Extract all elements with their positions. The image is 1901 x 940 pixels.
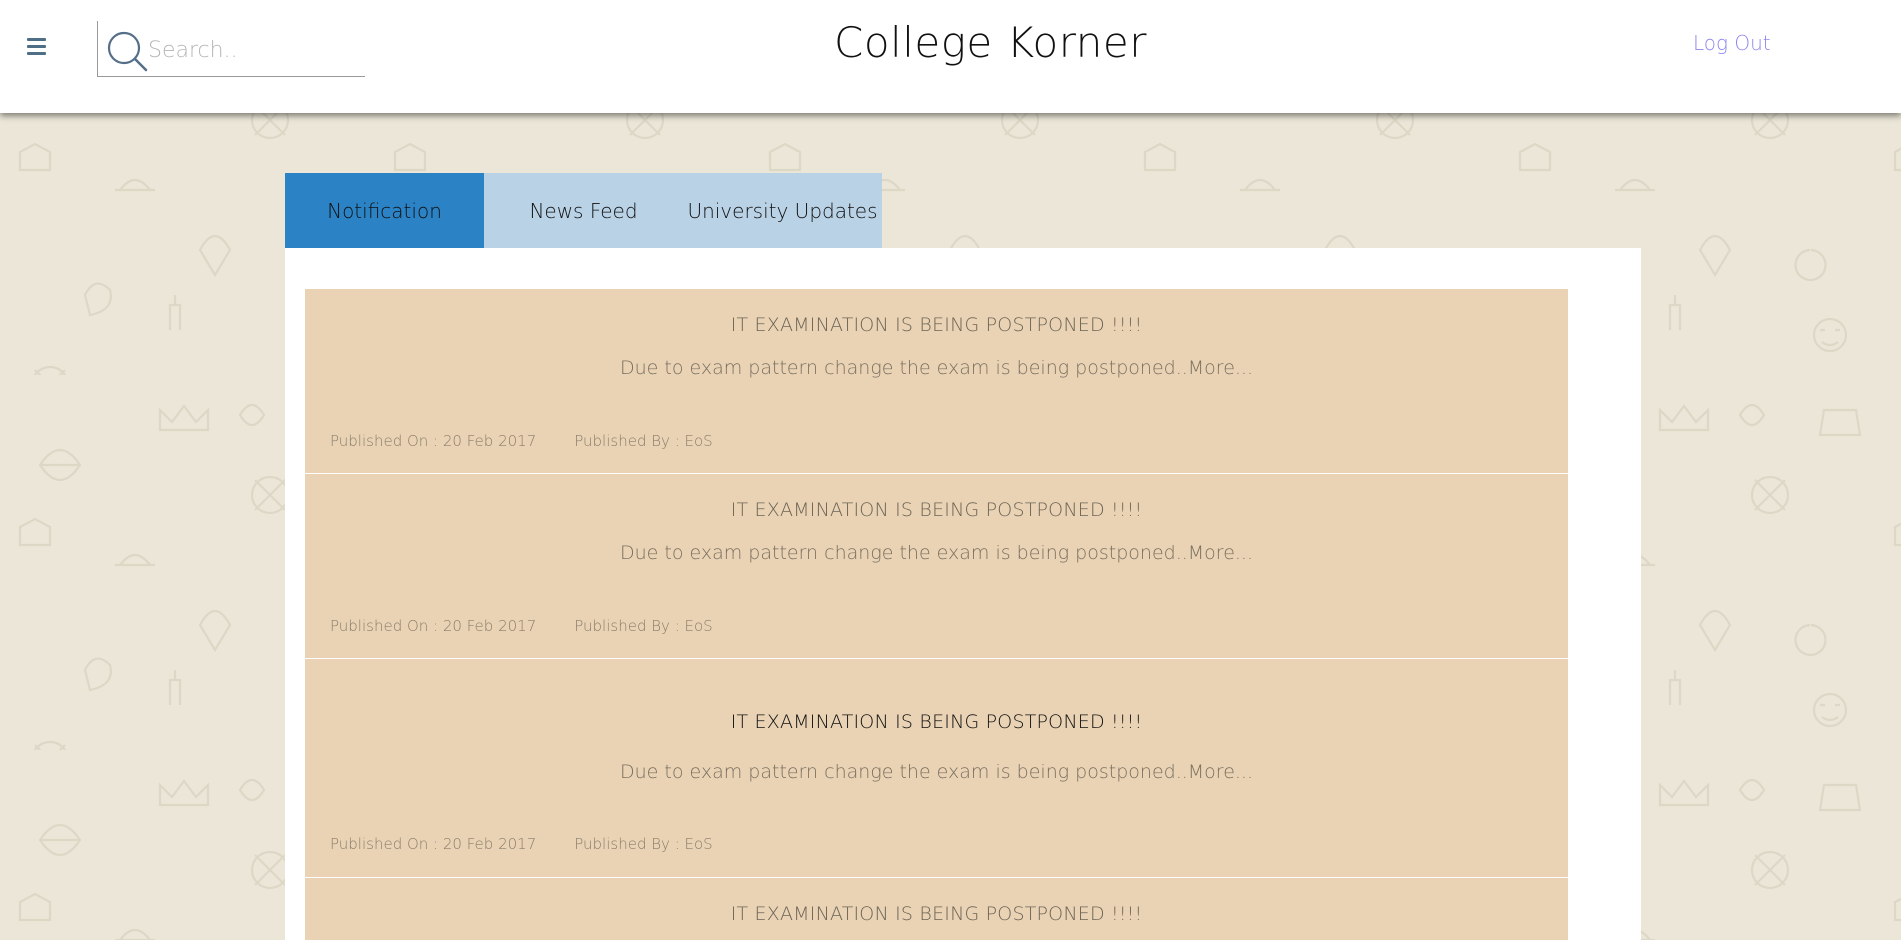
description-text: Due to exam pattern change the exam is b… <box>619 761 1188 783</box>
tab-bar: Notification News Feed University Update… <box>285 173 882 248</box>
published-by: Published By : EoS <box>574 835 713 853</box>
notification-meta: Published On : 20 Feb 2017 Published By … <box>330 835 713 853</box>
tab-notification[interactable]: Notification <box>285 173 484 248</box>
published-by: Published By : EoS <box>574 432 713 450</box>
notification-description: Due to exam pattern change the exam is b… <box>305 357 1568 379</box>
notification-description: Due to exam pattern change the exam is b… <box>305 542 1568 564</box>
description-text: Due to exam pattern change the exam is b… <box>619 357 1188 379</box>
notification-title: IT EXAMINATION IS BEING POSTPONED !!!! <box>730 903 1143 925</box>
notification-card[interactable]: IT EXAMINATION IS BEING POSTPONED !!!! D… <box>305 659 1568 878</box>
logout-link[interactable]: Log Out <box>1693 31 1771 55</box>
published-on: Published On : 20 Feb 2017 <box>330 835 537 853</box>
tab-university-updates[interactable]: University Updates <box>683 173 882 248</box>
more-link[interactable]: More... <box>1188 542 1253 564</box>
notification-description: Due to exam pattern change the exam is b… <box>305 761 1568 783</box>
notification-title: IT EXAMINATION IS BEING POSTPONED !!!! <box>730 499 1143 521</box>
tab-news-feed[interactable]: News Feed <box>484 173 683 248</box>
notification-meta: Published On : 20 Feb 2017 Published By … <box>330 432 713 450</box>
more-link[interactable]: More... <box>1188 761 1253 783</box>
notification-title: IT EXAMINATION IS BEING POSTPONED !!!! <box>730 711 1143 733</box>
more-link[interactable]: More... <box>1188 357 1253 379</box>
notification-card[interactable]: IT EXAMINATION IS BEING POSTPONED !!!! D… <box>305 289 1568 474</box>
app-title: College Korner <box>834 18 1147 67</box>
notification-list: IT EXAMINATION IS BEING POSTPONED !!!! D… <box>305 289 1568 940</box>
notification-meta: Published On : 20 Feb 2017 Published By … <box>330 617 713 635</box>
notification-card[interactable]: IT EXAMINATION IS BEING POSTPONED !!!! D… <box>305 474 1568 659</box>
published-by: Published By : EoS <box>574 617 713 635</box>
published-on: Published On : 20 Feb 2017 <box>330 432 537 450</box>
published-on: Published On : 20 Feb 2017 <box>330 617 537 635</box>
description-text: Due to exam pattern change the exam is b… <box>619 542 1188 564</box>
notification-card[interactable]: IT EXAMINATION IS BEING POSTPONED !!!! <box>305 878 1568 940</box>
top-navigation-bar: College Korner Log Out <box>0 0 1901 113</box>
notification-title: IT EXAMINATION IS BEING POSTPONED !!!! <box>730 314 1143 336</box>
